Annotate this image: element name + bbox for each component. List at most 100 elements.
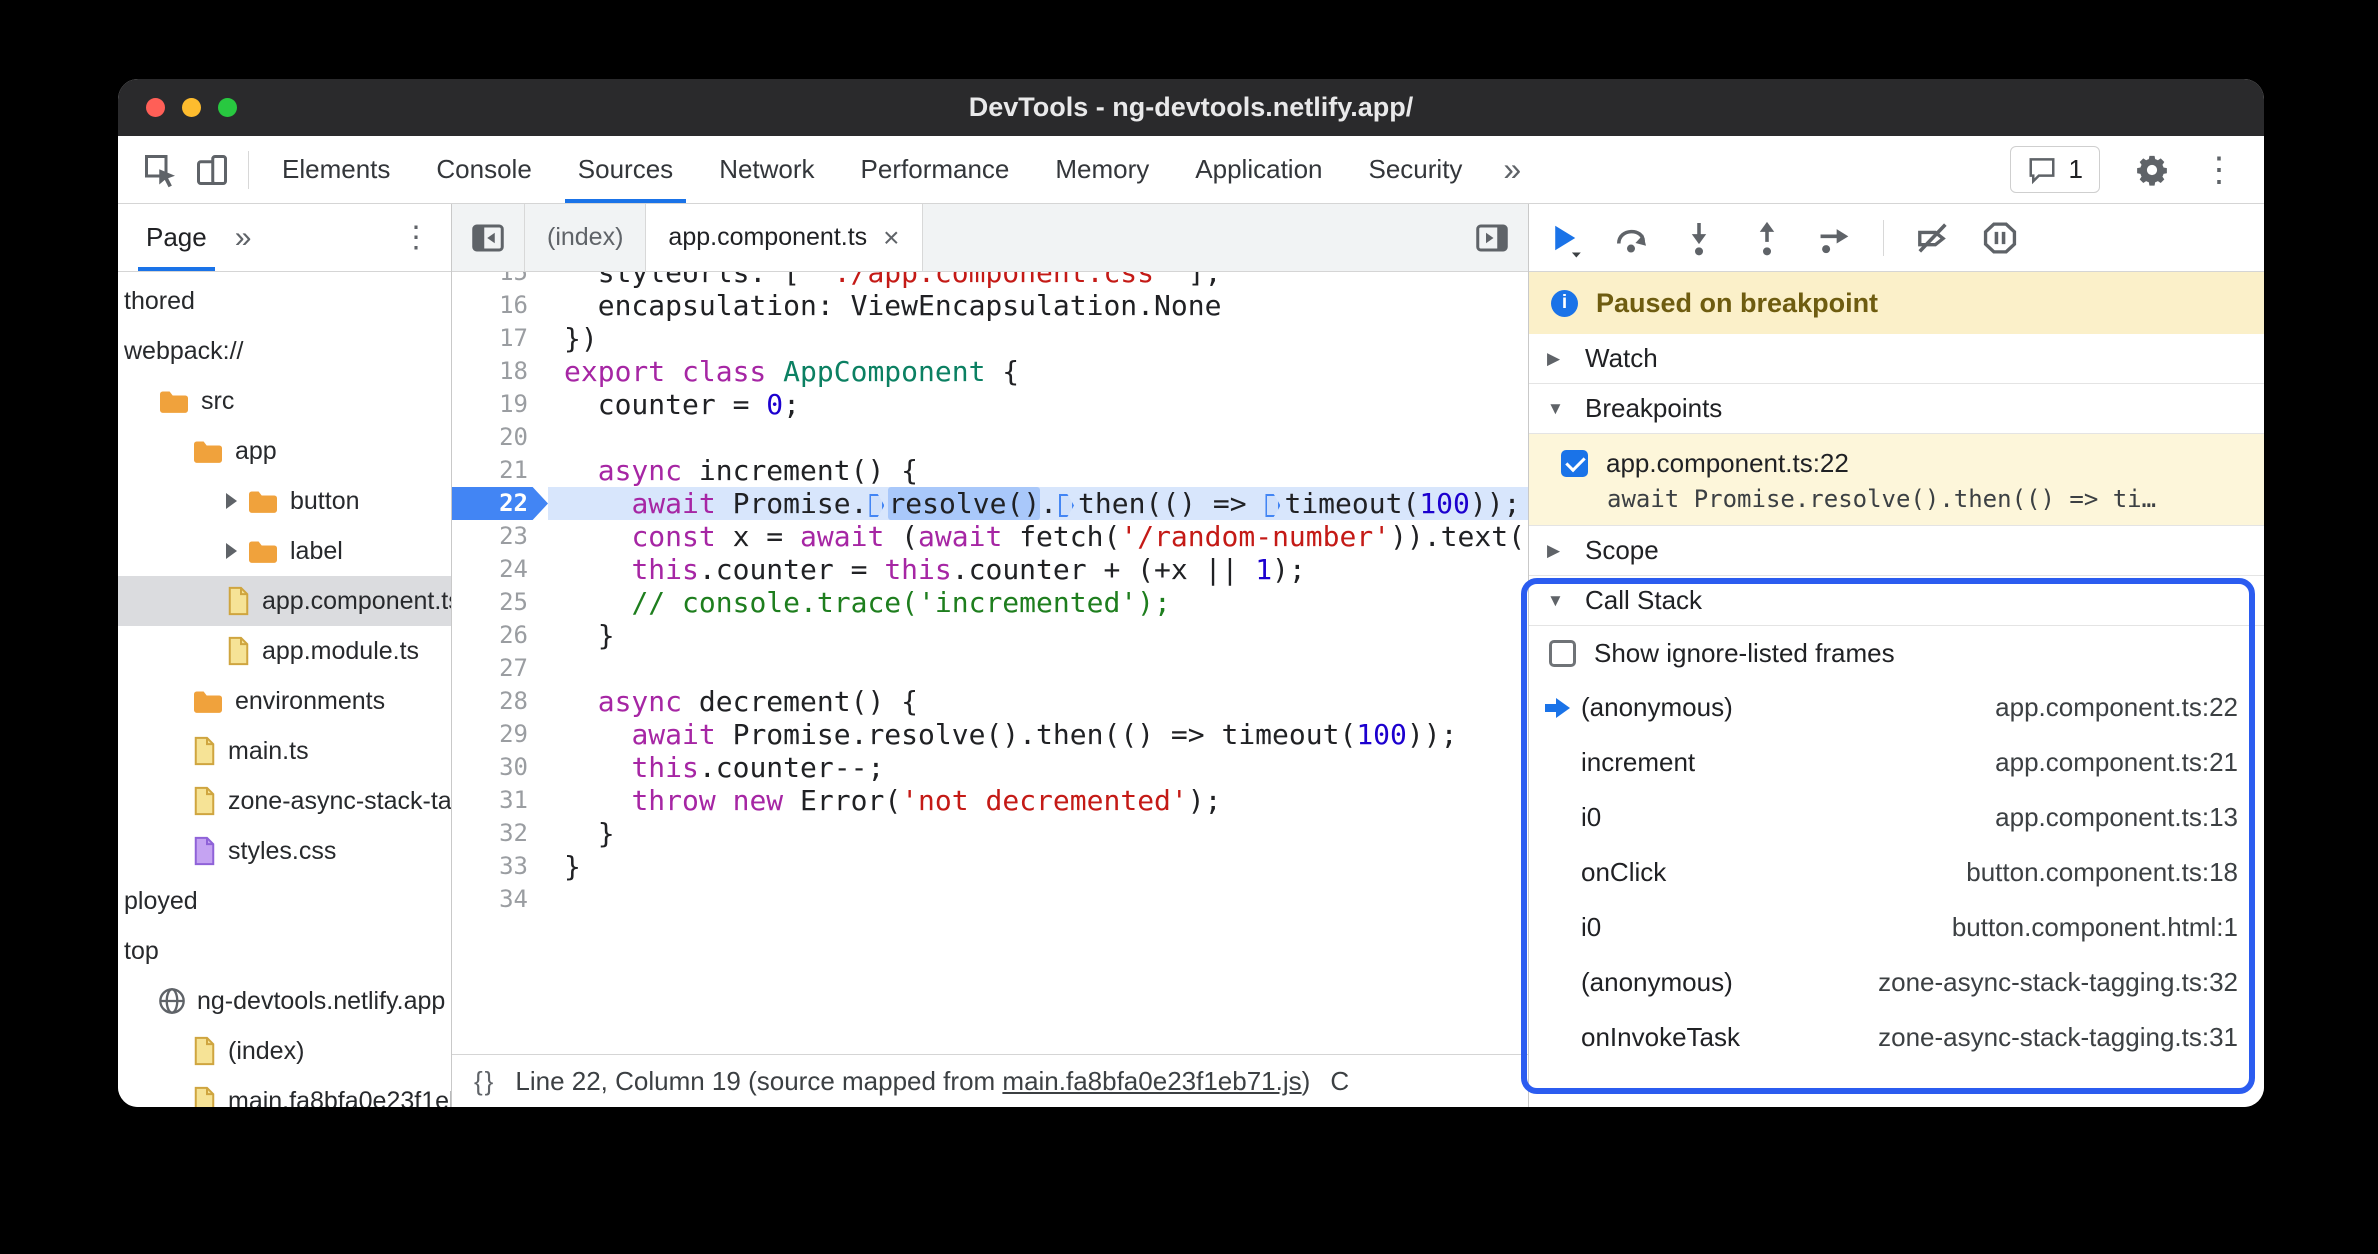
frame-location[interactable]: zone-async-stack-tagging.ts:31 (1878, 1022, 2238, 1053)
toggle-debugger-sidebar-icon[interactable] (1456, 204, 1528, 271)
line-number[interactable]: 16 (452, 289, 548, 322)
line-number[interactable]: 19 (452, 388, 548, 421)
breakpoint-checkbox[interactable] (1561, 450, 1588, 477)
code-editor[interactable]: 15 styleUrls: [ './app.component.css' ],… (452, 272, 1528, 1054)
code-line-text[interactable]: await Promise.resolve().then(() => timeo… (548, 718, 1528, 751)
tree-item[interactable]: environments (118, 676, 451, 726)
code-line-text[interactable] (548, 652, 1528, 685)
code-line-text[interactable] (548, 883, 1528, 916)
code-line-text[interactable]: export class AppComponent { (548, 355, 1528, 388)
tree-item[interactable]: ployed (118, 876, 451, 926)
step-into-icon[interactable] (1679, 218, 1719, 258)
tab-security[interactable]: Security (1346, 136, 1486, 203)
tree-item[interactable]: webpack:// (118, 326, 451, 376)
line-number[interactable]: 29 (452, 718, 548, 751)
step-into-hint-icon[interactable] (869, 494, 885, 517)
navigator-menu-icon[interactable]: ⋮ (395, 220, 437, 255)
tab-elements[interactable]: Elements (259, 136, 413, 203)
line-number[interactable]: 17 (452, 322, 548, 355)
tree-item[interactable]: main.ts (118, 726, 451, 776)
step-out-icon[interactable] (1747, 218, 1787, 258)
code-line-text[interactable]: } (548, 850, 1528, 883)
tree-item[interactable]: app.component.ts (118, 576, 451, 626)
breakpoint-entry[interactable]: app.component.ts:22 await Promise.resolv… (1529, 434, 2264, 526)
tab-memory[interactable]: Memory (1032, 136, 1172, 203)
tree-item[interactable]: zone-async-stack-ta (118, 776, 451, 826)
line-number[interactable]: 31 (452, 784, 548, 817)
line-number[interactable]: 30 (452, 751, 548, 784)
settings-gear-icon[interactable] (2126, 144, 2178, 196)
call-stack-frame[interactable]: onInvokeTask zone-async-stack-tagging.ts:… (1529, 1010, 2264, 1065)
call-stack-frame[interactable]: onClick button.component.ts:18 (1529, 845, 2264, 900)
devtools-menu-icon[interactable]: ⋮ (2196, 150, 2242, 190)
tree-item[interactable]: button (118, 476, 451, 526)
section-watch[interactable]: ▶ Watch (1529, 334, 2264, 384)
inspect-element-icon[interactable] (134, 144, 186, 196)
line-number[interactable]: 26 (452, 619, 548, 652)
editor-tab[interactable]: (index) (524, 204, 647, 271)
step-into-hint-icon[interactable] (1265, 494, 1281, 517)
tree-item[interactable]: app (118, 426, 451, 476)
line-number[interactable]: 20 (452, 421, 548, 454)
line-number[interactable]: 18 (452, 355, 548, 388)
code-line-text[interactable]: this.counter = this.counter + (+x || 1); (548, 553, 1528, 586)
more-navigator-tabs-icon[interactable]: » (221, 221, 266, 255)
tab-page[interactable]: Page (132, 204, 221, 271)
close-tab-icon[interactable]: × (883, 222, 899, 254)
tab-sources[interactable]: Sources (555, 136, 696, 203)
ignore-listed-checkbox[interactable] (1549, 639, 1576, 667)
code-line-text[interactable]: await Promise.resolve().then(() => timeo… (548, 487, 1528, 520)
toggle-navigator-icon[interactable] (452, 204, 524, 271)
frame-location[interactable]: button.component.html:1 (1952, 912, 2238, 943)
code-line-text[interactable]: const x = await (await fetch('/random-nu… (548, 520, 1528, 553)
minimize-window-button[interactable] (182, 98, 201, 117)
tab-application[interactable]: Application (1172, 136, 1345, 203)
tab-performance[interactable]: Performance (838, 136, 1033, 203)
line-number[interactable]: 24 (452, 553, 548, 586)
line-number[interactable]: 33 (452, 850, 548, 883)
code-line-text[interactable]: async decrement() { (548, 685, 1528, 718)
zoom-window-button[interactable] (218, 98, 237, 117)
frame-location[interactable]: app.component.ts:13 (1995, 802, 2238, 833)
section-scope[interactable]: ▶ Scope (1529, 526, 2264, 576)
code-line-text[interactable]: encapsulation: ViewEncapsulation.None (548, 289, 1528, 322)
tree-item[interactable]: src (118, 376, 451, 426)
line-number[interactable]: 25 (452, 586, 548, 619)
line-number[interactable]: 21 (452, 454, 548, 487)
frame-location[interactable]: zone-async-stack-tagging.ts:32 (1878, 967, 2238, 998)
deactivate-breakpoints-icon[interactable] (1912, 218, 1952, 258)
line-number[interactable]: 23 (452, 520, 548, 553)
line-number[interactable]: 27 (452, 652, 548, 685)
step-into-hint-icon[interactable] (1059, 494, 1075, 517)
code-line-text[interactable]: styleUrls: [ './app.component.css' ], (548, 272, 1528, 289)
step-over-icon[interactable] (1611, 218, 1651, 258)
code-line-text[interactable]: } (548, 619, 1528, 652)
disclosure-triangle-icon[interactable] (226, 493, 237, 509)
code-line-text[interactable]: counter = 0; (548, 388, 1528, 421)
code-line-text[interactable]: } (548, 817, 1528, 850)
tree-item[interactable]: top (118, 926, 451, 976)
call-stack-frame[interactable]: i0 button.component.html:1 (1529, 900, 2264, 955)
call-stack-frame[interactable]: (anonymous) zone-async-stack-tagging.ts:3… (1529, 955, 2264, 1010)
code-line-text[interactable]: }) (548, 322, 1528, 355)
disclosure-triangle-icon[interactable] (226, 543, 237, 559)
step-icon[interactable] (1815, 218, 1855, 258)
line-number[interactable]: 28 (452, 685, 548, 718)
pretty-print-icon[interactable]: {} (474, 1066, 495, 1097)
tree-item[interactable]: main.fa8bfa0e23f1eb (118, 1076, 451, 1107)
tab-console[interactable]: Console (413, 136, 554, 203)
line-number[interactable]: 22 (452, 487, 548, 520)
tree-item[interactable]: (index) (118, 1026, 451, 1076)
tree-item[interactable]: ng-devtools.netlify.app (118, 976, 451, 1026)
section-call-stack[interactable]: ▼ Call Stack (1529, 576, 2264, 626)
close-window-button[interactable] (146, 98, 165, 117)
frame-location[interactable]: button.component.ts:18 (1966, 857, 2238, 888)
code-line-text[interactable] (548, 421, 1528, 454)
tree-item[interactable]: styles.css (118, 826, 451, 876)
source-map-link[interactable]: main.fa8bfa0e23f1eb71.js (1002, 1066, 1301, 1096)
section-breakpoints[interactable]: ▼ Breakpoints (1529, 384, 2264, 434)
line-number[interactable]: 34 (452, 883, 548, 916)
frame-location[interactable]: app.component.ts:22 (1995, 692, 2238, 723)
toggle-device-toolbar-icon[interactable] (186, 144, 238, 196)
line-number[interactable]: 15 (452, 272, 548, 289)
